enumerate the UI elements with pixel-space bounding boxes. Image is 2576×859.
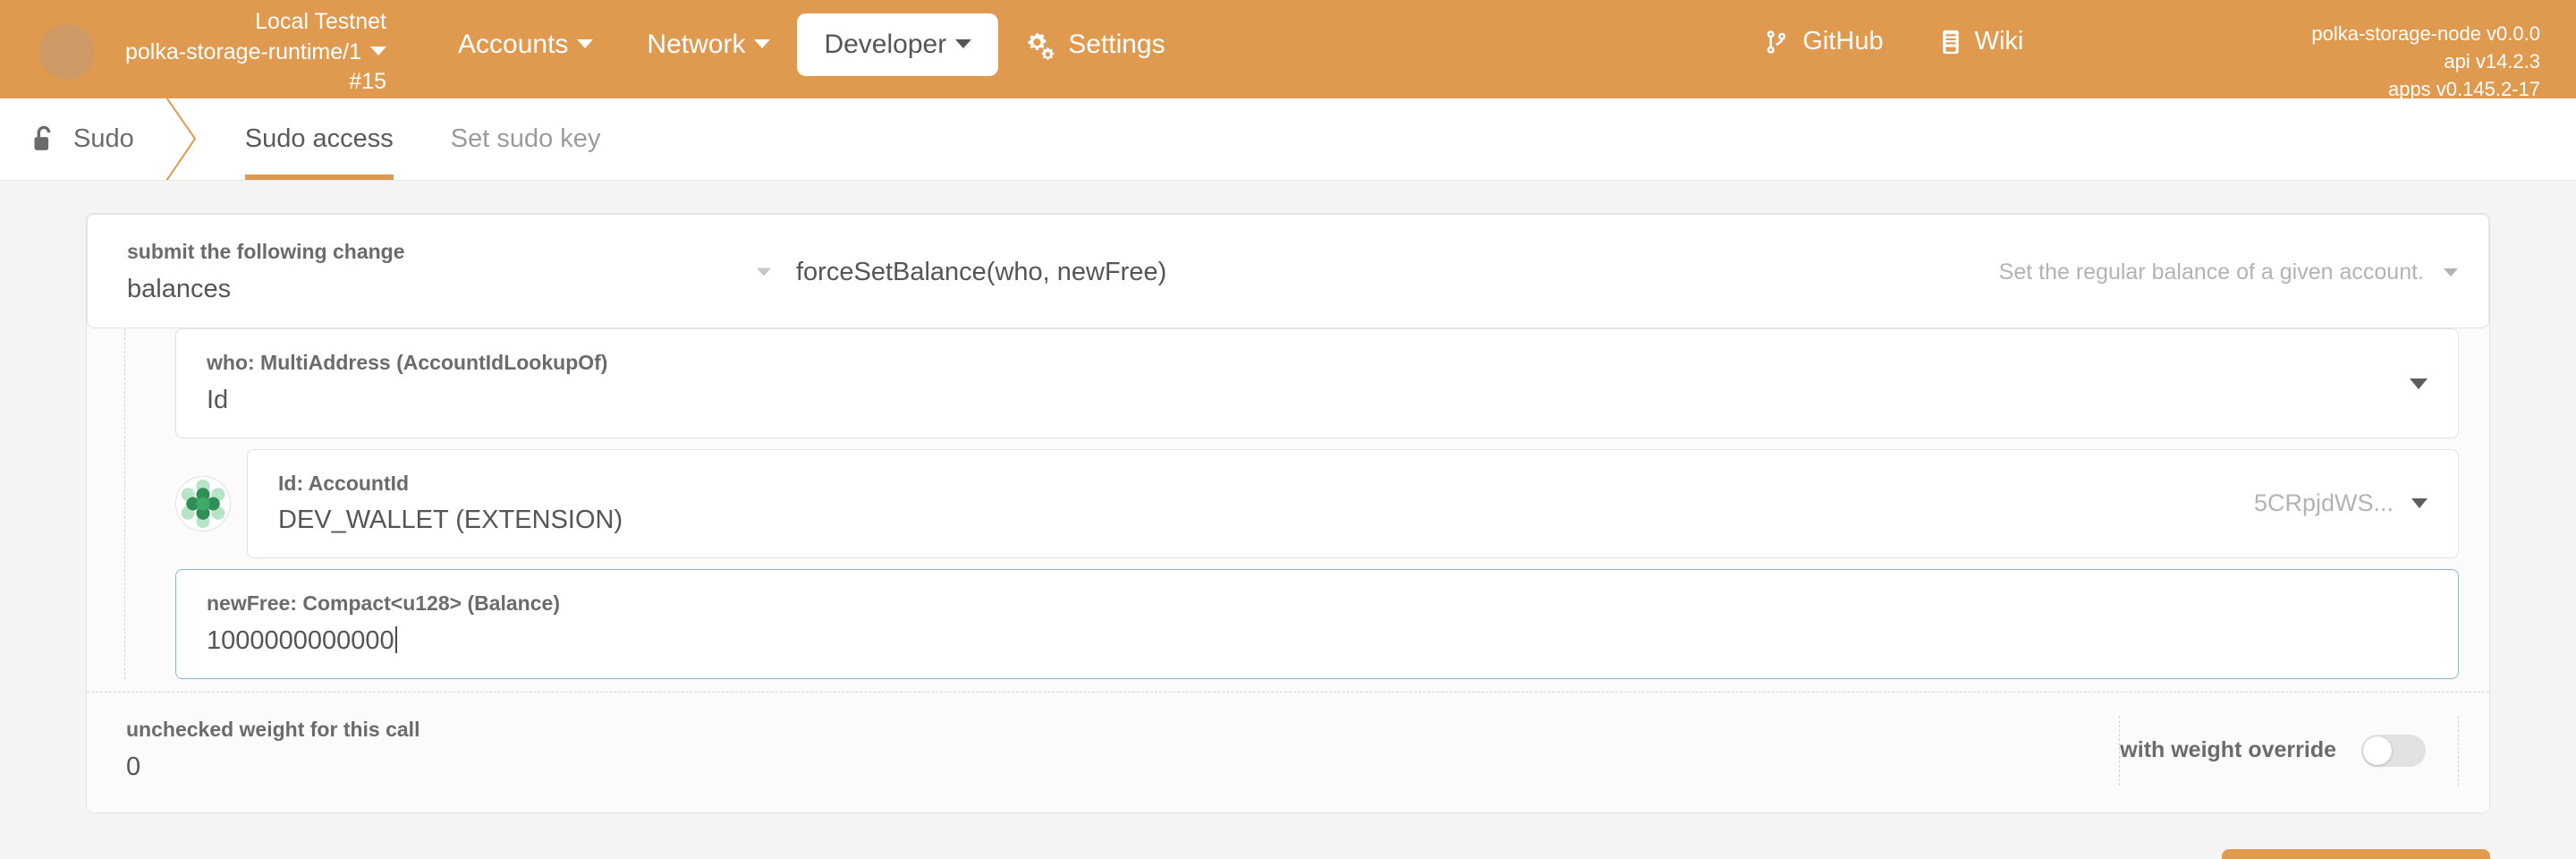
param-id-address: 5CRpjdWS... bbox=[2253, 489, 2394, 517]
tab-set-sudo-key[interactable]: Set sudo key bbox=[422, 98, 630, 180]
param-id-value: DEV_WALLET (EXTENSION) bbox=[278, 506, 623, 535]
text-cursor bbox=[394, 625, 397, 653]
section-tabbar: Sudo Sudo access Set sudo key bbox=[0, 98, 2576, 181]
nav-item-accounts[interactable]: Accounts bbox=[431, 13, 620, 76]
param-who-left: who: MultiAddress (AccountIdLookupOf) Id bbox=[207, 351, 2361, 415]
module-select[interactable]: submit the following change balances bbox=[127, 240, 771, 304]
version-node: polka-storage-node v0.0.0 bbox=[2311, 22, 2540, 45]
chain-runtime: polka-storage-runtime/1 bbox=[125, 38, 387, 68]
unlock-icon bbox=[30, 124, 57, 155]
chain-info: Local Testnet polka-storage-runtime/1 #1… bbox=[125, 7, 387, 98]
nav-item-label: Developer bbox=[824, 30, 947, 59]
method-help-dropdown[interactable]: Set the regular balance of a given accou… bbox=[1999, 259, 2458, 285]
module-select-label: submit the following change bbox=[127, 240, 405, 263]
wiki-link-label: Wiki bbox=[1974, 27, 2024, 55]
tabs: Sudo access Set sudo key bbox=[216, 98, 630, 180]
chevron-down-icon bbox=[2410, 378, 2428, 389]
weight-info: unchecked weight for this call 0 bbox=[126, 718, 2119, 782]
external-links: GitHub Wiki bbox=[1763, 27, 2079, 56]
param-newfree-input[interactable]: 1000000000000 bbox=[207, 625, 2428, 657]
param-id-right[interactable]: 5CRpjdWS... bbox=[2227, 489, 2428, 517]
param-who-box[interactable]: who: MultiAddress (AccountIdLookupOf) Id bbox=[175, 328, 2459, 438]
weight-divider bbox=[2458, 715, 2459, 786]
main-content: submit the following change balances for… bbox=[0, 181, 2576, 813]
main-nav: Accounts Network Developer Settings bbox=[431, 11, 1192, 79]
weight-label: unchecked weight for this call bbox=[126, 718, 420, 742]
chain-block-number: #15 bbox=[349, 69, 387, 94]
extrinsic-selector-row: submit the following change balances for… bbox=[87, 214, 2489, 329]
github-link-label: GitHub bbox=[1802, 27, 1884, 55]
extrinsic-form-card: submit the following change balances for… bbox=[86, 213, 2490, 813]
weight-override-toggle[interactable] bbox=[2361, 734, 2426, 767]
section-title: Sudo bbox=[0, 98, 159, 180]
chain-runtime-label: polka-storage-runtime/1 bbox=[125, 38, 362, 64]
version-info: polka-storage-node v0.0.0 api v14.2.3 ap… bbox=[2311, 20, 2540, 104]
header-right: GitHub Wiki polka-storage-node v0.0.0 ap… bbox=[1763, 0, 2576, 104]
nav-item-developer[interactable]: Developer bbox=[797, 13, 999, 76]
tab-label: Sudo access bbox=[244, 124, 394, 153]
param-id-box[interactable]: Id: AccountId DEV_WALLET (EXTENSION) 5CR… bbox=[247, 448, 2459, 559]
param-newfree-left: newFree: Compact<u128> (Balance) 1000000… bbox=[207, 591, 2428, 656]
param-row-id: Id: AccountId DEV_WALLET (EXTENSION) 5CR… bbox=[125, 448, 2489, 559]
chevron-down-icon bbox=[2411, 498, 2428, 509]
weight-value: 0 bbox=[126, 752, 141, 781]
chevron-down-icon bbox=[370, 47, 387, 56]
param-who-value: Id bbox=[207, 385, 229, 414]
nav-item-network[interactable]: Network bbox=[620, 13, 797, 76]
nav-item-label: Network bbox=[647, 30, 746, 59]
method-help-text: Set the regular balance of a given accou… bbox=[1998, 259, 2424, 285]
weight-row: unchecked weight for this call 0 with we… bbox=[87, 691, 2489, 812]
tab-label: Set sudo key bbox=[450, 124, 601, 153]
github-branch-icon bbox=[1763, 29, 1790, 55]
param-who-right[interactable] bbox=[2361, 378, 2428, 389]
chain-selector[interactable]: Local Testnet polka-storage-runtime/1 #1… bbox=[0, 0, 387, 98]
param-newfree-value: 1000000000000 bbox=[207, 625, 394, 655]
param-newfree-box[interactable]: newFree: Compact<u128> (Balance) 1000000… bbox=[175, 569, 2459, 679]
tab-sudo-access[interactable]: Sudo access bbox=[216, 98, 422, 180]
weight-override-control: with weight override bbox=[2119, 715, 2459, 786]
wiki-link[interactable]: Wiki bbox=[1939, 27, 2024, 56]
toggle-knob bbox=[2363, 736, 2392, 765]
nav-item-settings[interactable]: Settings bbox=[998, 13, 1191, 76]
weight-override-label: with weight override bbox=[2120, 737, 2336, 763]
chevron-down-icon bbox=[757, 268, 771, 276]
top-header: Local Testnet polka-storage-runtime/1 #1… bbox=[0, 0, 2576, 100]
version-api: api v14.2.3 bbox=[2444, 50, 2540, 73]
chevron-down-icon bbox=[2444, 268, 2458, 276]
param-row-who: who: MultiAddress (AccountIdLookupOf) Id bbox=[125, 328, 2489, 438]
github-link[interactable]: GitHub bbox=[1763, 27, 1884, 56]
section-title-label: Sudo bbox=[73, 124, 134, 153]
account-identicon bbox=[175, 475, 231, 532]
method-select[interactable]: forceSetBalance(who, newFree) bbox=[796, 258, 1166, 287]
chain-name: Local Testnet bbox=[255, 9, 387, 34]
nav-item-label: Settings bbox=[1068, 30, 1165, 59]
param-row-newfree: newFree: Compact<u128> (Balance) 1000000… bbox=[125, 569, 2489, 679]
module-select-value: balances bbox=[127, 274, 232, 303]
breadcrumb-chevron-icon bbox=[159, 98, 216, 180]
param-who-label: who: MultiAddress (AccountIdLookupOf) bbox=[207, 351, 608, 375]
nav-item-label: Accounts bbox=[458, 30, 569, 59]
param-id-left: Id: AccountId DEV_WALLET (EXTENSION) bbox=[278, 472, 2227, 536]
gear-icon bbox=[1025, 30, 1055, 60]
param-newfree-label: newFree: Compact<u128> (Balance) bbox=[207, 591, 560, 616]
book-icon bbox=[1939, 29, 1962, 55]
submit-area: Submit Sudo bbox=[0, 813, 2576, 859]
chevron-down-icon bbox=[577, 38, 594, 48]
chain-avatar bbox=[39, 24, 95, 81]
param-id-label: Id: AccountId bbox=[278, 471, 410, 495]
submit-sudo-button[interactable]: Submit Sudo bbox=[2221, 848, 2490, 859]
method-select-value: forceSetBalance(who, newFree) bbox=[796, 257, 1167, 286]
chevron-down-icon bbox=[955, 38, 972, 48]
params-container: who: MultiAddress (AccountIdLookupOf) Id bbox=[124, 328, 2489, 679]
chevron-down-icon bbox=[754, 38, 771, 48]
